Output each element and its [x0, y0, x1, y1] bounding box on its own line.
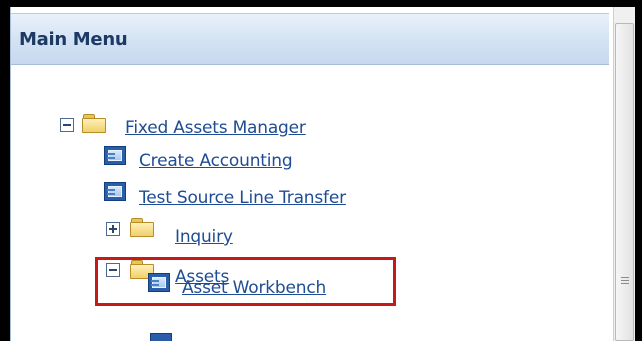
main-menu-window: Main Menu Fixed Assets Manager Create Ac… [0, 0, 642, 341]
partial-function-icon [150, 333, 172, 341]
tree-row-create-accounting: Create Accounting [104, 146, 364, 172]
expand-inquiry-icon[interactable] [106, 222, 120, 236]
fixed-assets-manager-link[interactable]: Fixed Assets Manager [125, 118, 306, 138]
right-window-border [635, 0, 642, 341]
create-accounting-function-icon [104, 146, 126, 165]
test-source-line-transfer-link[interactable]: Test Source Line Transfer [139, 188, 346, 208]
fixed-assets-manager-folder-icon [82, 114, 106, 133]
tree-row-inquiry: Inquiry [106, 217, 286, 247]
assets-highlight-box [95, 257, 396, 306]
top-window-border [0, 0, 642, 7]
tree-row-fixed-assets-manager: Fixed Assets Manager [60, 114, 360, 140]
left-window-border [0, 0, 10, 341]
inquiry-folder-icon [130, 218, 154, 237]
tree-row-test-source-line-transfer: Test Source Line Transfer [104, 182, 434, 208]
collapse-fixed-assets-manager-icon[interactable] [60, 118, 74, 132]
scrollbar-thumb[interactable] [615, 23, 634, 341]
main-menu-header: Main Menu [11, 13, 609, 65]
create-accounting-link[interactable]: Create Accounting [139, 151, 293, 171]
scrollbar-grip-icon [621, 277, 629, 286]
main-menu-title: Main Menu [19, 29, 128, 50]
inquiry-link[interactable]: Inquiry [175, 227, 233, 247]
vertical-scrollbar[interactable] [613, 7, 635, 341]
test-source-line-transfer-function-icon [104, 182, 126, 201]
